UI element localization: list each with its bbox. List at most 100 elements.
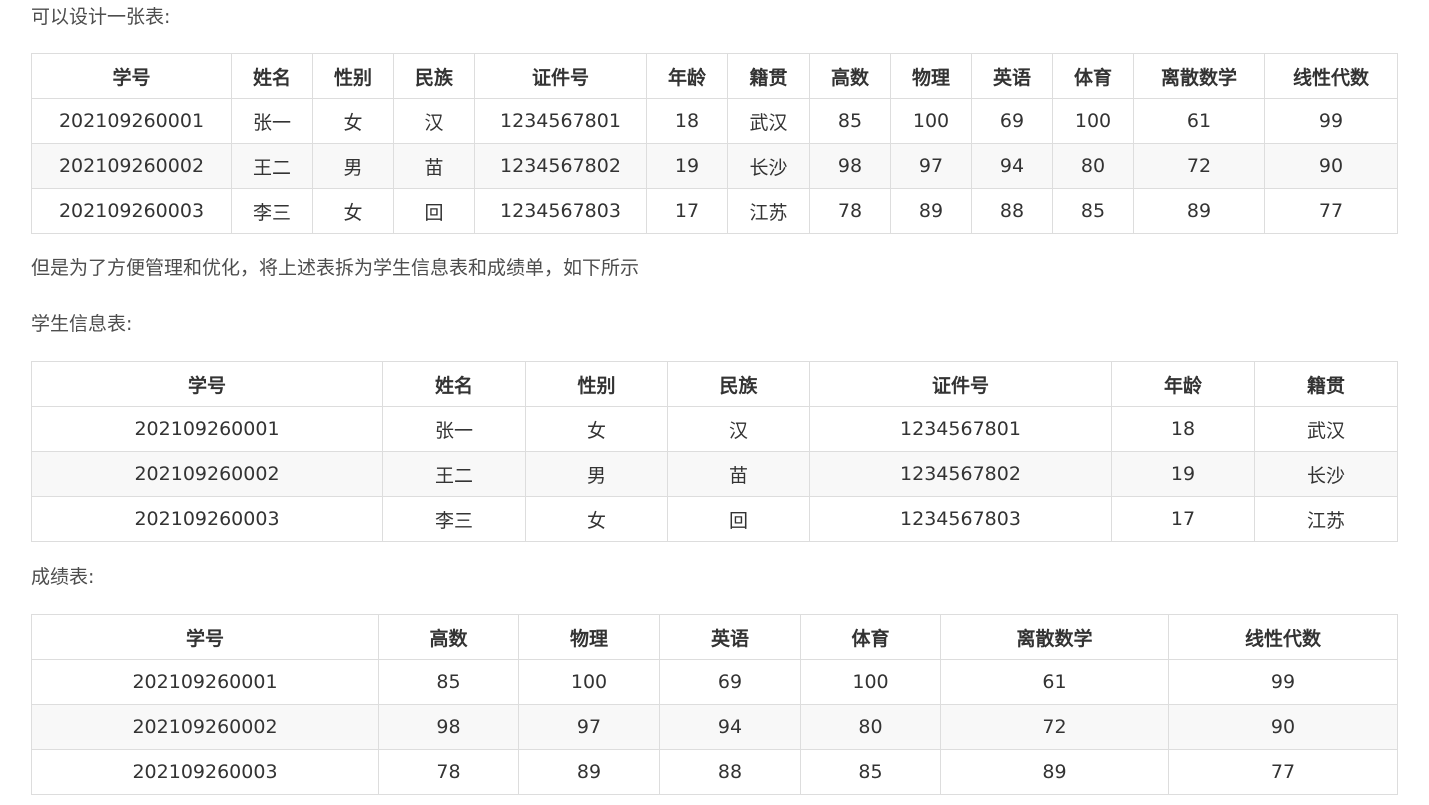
table-cell: 202109260003 bbox=[31, 496, 383, 542]
table-cell: 69 bbox=[971, 98, 1053, 144]
table-cell: 18 bbox=[646, 98, 728, 144]
table-cell: 17 bbox=[646, 188, 728, 234]
table-cell: 85 bbox=[800, 749, 941, 795]
table-header-row: 学号 高数 物理 英语 体育 离散数学 线性代数 bbox=[31, 614, 1398, 660]
table-cell: 100 bbox=[1052, 98, 1134, 144]
table-cell: 19 bbox=[1111, 451, 1255, 497]
column-header: 体育 bbox=[800, 614, 941, 660]
table-cell: 85 bbox=[378, 659, 519, 705]
table-cell: 202109260002 bbox=[31, 143, 232, 189]
table-cell: 99 bbox=[1264, 98, 1398, 144]
table-cell: 202109260001 bbox=[31, 98, 232, 144]
column-header: 民族 bbox=[667, 361, 810, 407]
table-row: 202109260002 王二男苗 1234567802 19 长沙 bbox=[31, 451, 1398, 497]
table-cell: 长沙 bbox=[727, 143, 810, 189]
column-header: 姓名 bbox=[382, 361, 526, 407]
table-row: 202109260001 张一女汉 1234567801 18 武汉 bbox=[31, 406, 1398, 452]
table-cell: 202109260003 bbox=[31, 749, 379, 795]
table-cell: 94 bbox=[659, 704, 801, 750]
column-header: 性别 bbox=[312, 53, 394, 99]
table-cell: 江苏 bbox=[1254, 496, 1398, 542]
table-cell: 女 bbox=[525, 406, 668, 452]
table-header-row: 学号 姓名 性别 民族 证件号 年龄 籍贯 高数 物理 英语 体育 离散数学 线性代数 bbox=[31, 53, 1398, 99]
table-cell: 男 bbox=[312, 143, 394, 189]
table-cell: 80 bbox=[800, 704, 941, 750]
table-cell: 89 bbox=[518, 749, 660, 795]
table-row: 202109260001 85 100 69 100 61 99 bbox=[31, 659, 1398, 705]
column-header: 学号 bbox=[31, 614, 379, 660]
table-cell: 77 bbox=[1168, 749, 1398, 795]
score-label: 成绩表: bbox=[31, 566, 95, 588]
score-table: 学号 高数 物理 英语 体育 离散数学 线性代数 202109260001 85 100 69 100… bbox=[31, 614, 1398, 795]
table-cell: 89 bbox=[1133, 188, 1265, 234]
column-header: 证件号 bbox=[809, 361, 1112, 407]
table-cell: 202109260001 bbox=[31, 659, 379, 705]
table-cell: 1234567802 bbox=[474, 143, 647, 189]
table-cell: 王二 bbox=[382, 451, 526, 497]
table-cell: 回 bbox=[667, 496, 810, 542]
column-header: 物理 bbox=[890, 53, 972, 99]
table-cell: 江苏 bbox=[727, 188, 810, 234]
table-header-row: 学号 姓名 性别 民族 证件号 年龄 籍贯 bbox=[31, 361, 1398, 407]
table-cell: 17 bbox=[1111, 496, 1255, 542]
column-header: 籍贯 bbox=[1254, 361, 1398, 407]
table-row: 202109260002 王二男苗 1234567802 19 长沙 98 97 94 80 72… bbox=[31, 143, 1398, 189]
table-cell: 1234567802 bbox=[809, 451, 1112, 497]
table-cell: 202109260002 bbox=[31, 451, 383, 497]
table-cell: 张一 bbox=[231, 98, 313, 144]
table-cell: 97 bbox=[518, 704, 660, 750]
table-cell: 1234567803 bbox=[809, 496, 1112, 542]
column-header: 英语 bbox=[659, 614, 801, 660]
column-header: 姓名 bbox=[231, 53, 313, 99]
student-info-label: 学生信息表: bbox=[31, 313, 133, 335]
table-cell: 80 bbox=[1052, 143, 1134, 189]
table-cell: 张一 bbox=[382, 406, 526, 452]
table-cell: 王二 bbox=[231, 143, 313, 189]
table-cell: 100 bbox=[800, 659, 941, 705]
column-header: 体育 bbox=[1052, 53, 1134, 99]
column-header: 籍贯 bbox=[727, 53, 810, 99]
column-header: 线性代数 bbox=[1264, 53, 1398, 99]
column-header: 离散数学 bbox=[1133, 53, 1265, 99]
table-cell: 1234567801 bbox=[809, 406, 1112, 452]
table-row: 202109260002 98 97 94 80 72 90 bbox=[31, 704, 1398, 750]
column-header: 民族 bbox=[393, 53, 475, 99]
table-cell: 202109260003 bbox=[31, 188, 232, 234]
column-header: 年龄 bbox=[1111, 361, 1255, 407]
table-cell: 女 bbox=[312, 98, 394, 144]
table-cell: 99 bbox=[1168, 659, 1398, 705]
intro-text: 可以设计一张表: bbox=[31, 6, 171, 28]
table-cell: 武汉 bbox=[1254, 406, 1398, 452]
table-cell: 李三 bbox=[382, 496, 526, 542]
table-cell: 汉 bbox=[667, 406, 810, 452]
table-cell: 202109260002 bbox=[31, 704, 379, 750]
table-cell: 94 bbox=[971, 143, 1053, 189]
table-cell: 97 bbox=[890, 143, 972, 189]
table-cell: 202109260001 bbox=[31, 406, 383, 452]
table-cell: 长沙 bbox=[1254, 451, 1398, 497]
table-cell: 武汉 bbox=[727, 98, 810, 144]
table-row: 202109260003 李三女回 1234567803 17 江苏 78 89 88 85 89… bbox=[31, 188, 1398, 234]
table-cell: 女 bbox=[312, 188, 394, 234]
table-cell: 18 bbox=[1111, 406, 1255, 452]
table-cell: 汉 bbox=[393, 98, 475, 144]
table-cell: 77 bbox=[1264, 188, 1398, 234]
table-cell: 90 bbox=[1264, 143, 1398, 189]
column-header: 线性代数 bbox=[1168, 614, 1398, 660]
table-cell: 85 bbox=[809, 98, 891, 144]
table-cell: 89 bbox=[890, 188, 972, 234]
table-row: 202109260003 李三女回 1234567803 17 江苏 bbox=[31, 496, 1398, 542]
table-cell: 72 bbox=[1133, 143, 1265, 189]
table-cell: 李三 bbox=[231, 188, 313, 234]
column-header: 学号 bbox=[31, 53, 232, 99]
table-cell: 100 bbox=[518, 659, 660, 705]
table-cell: 女 bbox=[525, 496, 668, 542]
table-cell: 69 bbox=[659, 659, 801, 705]
table-cell: 男 bbox=[525, 451, 668, 497]
column-header: 离散数学 bbox=[940, 614, 1169, 660]
table-cell: 61 bbox=[940, 659, 1169, 705]
table-cell: 98 bbox=[809, 143, 891, 189]
table-cell: 78 bbox=[378, 749, 519, 795]
table-row: 202109260001 张一女汉 1234567801 18 武汉 85 100 69 100… bbox=[31, 98, 1398, 144]
table-cell: 100 bbox=[890, 98, 972, 144]
